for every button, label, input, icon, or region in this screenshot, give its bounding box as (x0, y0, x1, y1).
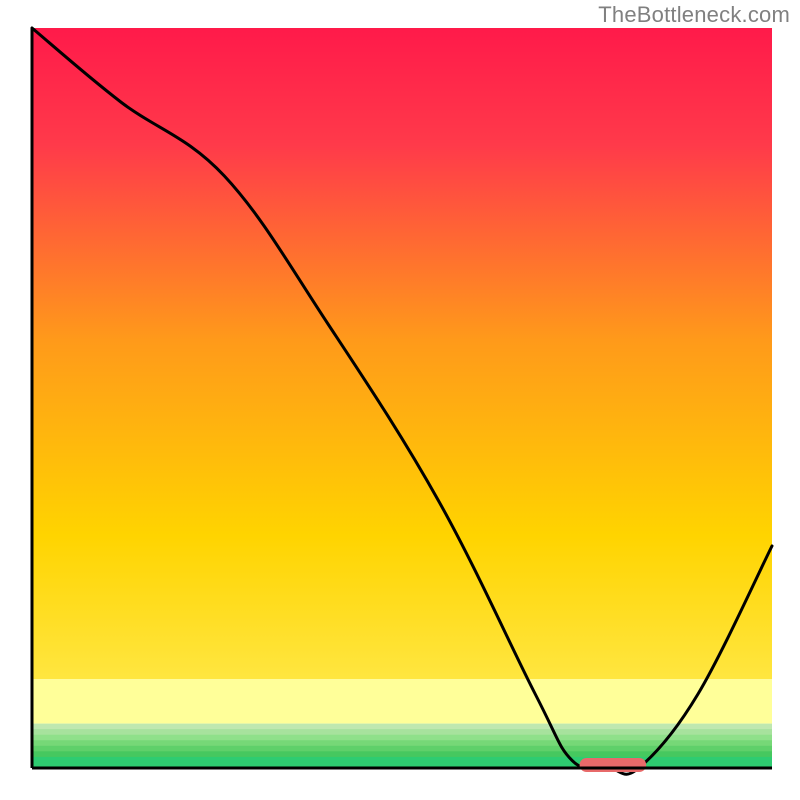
chart-svg (0, 0, 800, 800)
bottleneck-chart (0, 0, 800, 800)
watermark-text: TheBottleneck.com (598, 2, 790, 28)
pale-yellow-band (32, 679, 772, 723)
optimal-range-marker (580, 758, 647, 772)
gradient-red-yellow (32, 28, 772, 679)
